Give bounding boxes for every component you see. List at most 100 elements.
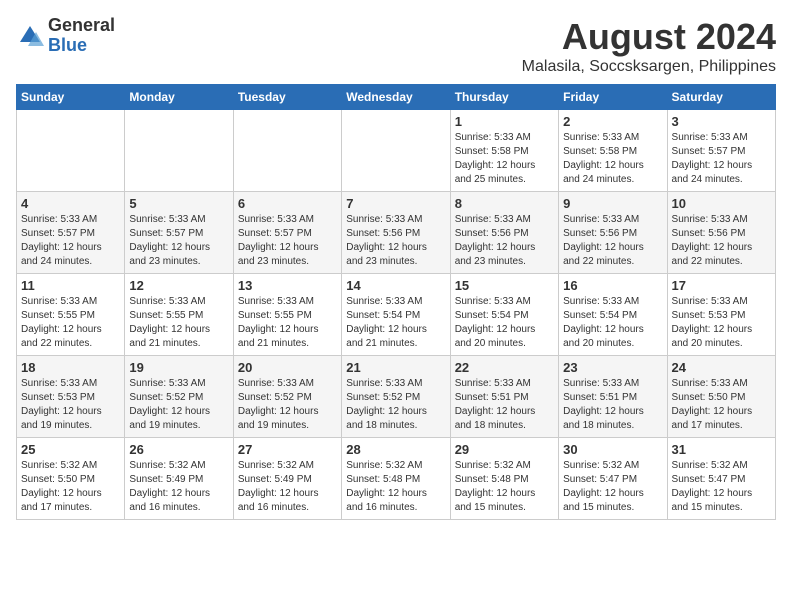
calendar-cell: 26 Sunrise: 5:32 AM Sunset: 5:49 PM Dayli… <box>125 438 233 520</box>
title-area: August 2024 Malasila, Soccsksargen, Phil… <box>522 16 776 76</box>
day-info: Sunrise: 5:33 AM Sunset: 5:56 PM Dayligh… <box>455 213 554 269</box>
day-number: 3 <box>672 114 771 129</box>
day-number: 2 <box>563 114 662 129</box>
day-number: 26 <box>129 442 228 457</box>
day-info: Sunrise: 5:33 AM Sunset: 5:54 PM Dayligh… <box>346 295 445 351</box>
header-friday: Friday <box>559 85 667 110</box>
calendar-cell: 14Sunrise: 5:33 AM Sunset: 5:54 PM Dayli… <box>342 274 450 356</box>
day-number: 22 <box>455 360 554 375</box>
day-number: 7 <box>346 196 445 211</box>
calendar-header-row: SundayMondayTuesdayWednesdayThursdayFrid… <box>17 85 776 110</box>
day-info: Sunrise: 5:33 AM Sunset: 5:52 PM Dayligh… <box>346 377 445 433</box>
day-info: Sunrise: 5:32 AM Sunset: 5:48 PM Dayligh… <box>346 459 445 515</box>
calendar-cell <box>342 110 450 192</box>
calendar-cell: 21 Sunrise: 5:33 AM Sunset: 5:52 PM Dayli… <box>342 356 450 438</box>
calendar-cell: 13 Sunrise: 5:33 AM Sunset: 5:55 PM Dayli… <box>233 274 341 356</box>
calendar-cell: 2 Sunrise: 5:33 AM Sunset: 5:58 PM Daylig… <box>559 110 667 192</box>
calendar-cell <box>17 110 125 192</box>
day-info: Sunrise: 5:32 AM Sunset: 5:47 PM Dayligh… <box>563 459 662 515</box>
day-info: Sunrise: 5:33 AM Sunset: 5:58 PM Dayligh… <box>455 131 554 187</box>
day-info: Sunrise: 5:33 AM Sunset: 5:55 PM Dayligh… <box>21 295 120 351</box>
day-number: 8 <box>455 196 554 211</box>
calendar-cell: 25 Sunrise: 5:32 AM Sunset: 5:50 PM Dayli… <box>17 438 125 520</box>
calendar-cell: 3 Sunrise: 5:33 AM Sunset: 5:57 PM Daylig… <box>667 110 775 192</box>
day-number: 28 <box>346 442 445 457</box>
calendar-cell: 30 Sunrise: 5:32 AM Sunset: 5:47 PM Dayli… <box>559 438 667 520</box>
day-number: 13 <box>238 278 337 293</box>
calendar-week-row: 18Sunrise: 5:33 AM Sunset: 5:53 PM Dayli… <box>17 356 776 438</box>
calendar-cell: 8 Sunrise: 5:33 AM Sunset: 5:56 PM Daylig… <box>450 192 558 274</box>
calendar-cell: 4Sunrise: 5:33 AM Sunset: 5:57 PM Daylig… <box>17 192 125 274</box>
day-info: Sunrise: 5:33 AM Sunset: 5:50 PM Dayligh… <box>672 377 771 433</box>
day-info: Sunrise: 5:32 AM Sunset: 5:49 PM Dayligh… <box>129 459 228 515</box>
calendar-week-row: 25 Sunrise: 5:32 AM Sunset: 5:50 PM Dayli… <box>17 438 776 520</box>
day-number: 11 <box>21 278 120 293</box>
header-tuesday: Tuesday <box>233 85 341 110</box>
day-info: Sunrise: 5:33 AM Sunset: 5:52 PM Dayligh… <box>238 377 337 433</box>
day-info: Sunrise: 5:33 AM Sunset: 5:54 PM Dayligh… <box>455 295 554 351</box>
day-info: Sunrise: 5:32 AM Sunset: 5:47 PM Dayligh… <box>672 459 771 515</box>
day-info: Sunrise: 5:33 AM Sunset: 5:53 PM Dayligh… <box>672 295 771 351</box>
day-number: 1 <box>455 114 554 129</box>
calendar-cell: 24 Sunrise: 5:33 AM Sunset: 5:50 PM Dayli… <box>667 356 775 438</box>
calendar-cell: 1 Sunrise: 5:33 AM Sunset: 5:58 PM Daylig… <box>450 110 558 192</box>
day-number: 27 <box>238 442 337 457</box>
day-info: Sunrise: 5:33 AM Sunset: 5:56 PM Dayligh… <box>346 213 445 269</box>
day-info: Sunrise: 5:33 AM Sunset: 5:56 PM Dayligh… <box>672 213 771 269</box>
logo-general-text: General <box>48 16 115 36</box>
calendar-week-row: 11 Sunrise: 5:33 AM Sunset: 5:55 PM Dayli… <box>17 274 776 356</box>
calendar-cell: 10 Sunrise: 5:33 AM Sunset: 5:56 PM Dayli… <box>667 192 775 274</box>
day-number: 5 <box>129 196 228 211</box>
calendar-cell: 9 Sunrise: 5:33 AM Sunset: 5:56 PM Daylig… <box>559 192 667 274</box>
day-number: 19 <box>129 360 228 375</box>
day-info: Sunrise: 5:33 AM Sunset: 5:56 PM Dayligh… <box>563 213 662 269</box>
day-number: 21 <box>346 360 445 375</box>
calendar-table: SundayMondayTuesdayWednesdayThursdayFrid… <box>16 84 776 520</box>
day-number: 31 <box>672 442 771 457</box>
day-number: 18 <box>21 360 120 375</box>
day-info: Sunrise: 5:33 AM Sunset: 5:54 PM Dayligh… <box>563 295 662 351</box>
day-info: Sunrise: 5:33 AM Sunset: 5:51 PM Dayligh… <box>455 377 554 433</box>
location-subtitle: Malasila, Soccsksargen, Philippines <box>522 58 776 76</box>
day-number: 30 <box>563 442 662 457</box>
calendar-week-row: 1 Sunrise: 5:33 AM Sunset: 5:58 PM Daylig… <box>17 110 776 192</box>
day-number: 29 <box>455 442 554 457</box>
header-monday: Monday <box>125 85 233 110</box>
day-number: 24 <box>672 360 771 375</box>
day-info: Sunrise: 5:33 AM Sunset: 5:57 PM Dayligh… <box>21 213 120 269</box>
day-number: 10 <box>672 196 771 211</box>
logo: General Blue <box>16 16 115 56</box>
calendar-cell: 6Sunrise: 5:33 AM Sunset: 5:57 PM Daylig… <box>233 192 341 274</box>
day-number: 20 <box>238 360 337 375</box>
calendar-cell: 29 Sunrise: 5:32 AM Sunset: 5:48 PM Dayli… <box>450 438 558 520</box>
calendar-cell: 19Sunrise: 5:33 AM Sunset: 5:52 PM Dayli… <box>125 356 233 438</box>
calendar-cell: 20 Sunrise: 5:33 AM Sunset: 5:52 PM Dayli… <box>233 356 341 438</box>
day-info: Sunrise: 5:33 AM Sunset: 5:51 PM Dayligh… <box>563 377 662 433</box>
calendar-cell: 28 Sunrise: 5:32 AM Sunset: 5:48 PM Dayli… <box>342 438 450 520</box>
day-info: Sunrise: 5:33 AM Sunset: 5:57 PM Dayligh… <box>672 131 771 187</box>
day-info: Sunrise: 5:32 AM Sunset: 5:50 PM Dayligh… <box>21 459 120 515</box>
day-number: 9 <box>563 196 662 211</box>
day-number: 25 <box>21 442 120 457</box>
calendar-cell: 7 Sunrise: 5:33 AM Sunset: 5:56 PM Daylig… <box>342 192 450 274</box>
calendar-cell: 12Sunrise: 5:33 AM Sunset: 5:55 PM Dayli… <box>125 274 233 356</box>
day-info: Sunrise: 5:32 AM Sunset: 5:48 PM Dayligh… <box>455 459 554 515</box>
header-thursday: Thursday <box>450 85 558 110</box>
header-saturday: Saturday <box>667 85 775 110</box>
day-info: Sunrise: 5:33 AM Sunset: 5:55 PM Dayligh… <box>129 295 228 351</box>
calendar-cell: 15 Sunrise: 5:33 AM Sunset: 5:54 PM Dayli… <box>450 274 558 356</box>
day-number: 15 <box>455 278 554 293</box>
calendar-week-row: 4Sunrise: 5:33 AM Sunset: 5:57 PM Daylig… <box>17 192 776 274</box>
day-number: 17 <box>672 278 771 293</box>
day-info: Sunrise: 5:33 AM Sunset: 5:58 PM Dayligh… <box>563 131 662 187</box>
calendar-cell: 23 Sunrise: 5:33 AM Sunset: 5:51 PM Dayli… <box>559 356 667 438</box>
day-number: 23 <box>563 360 662 375</box>
logo-icon <box>16 22 44 50</box>
day-info: Sunrise: 5:33 AM Sunset: 5:55 PM Dayligh… <box>238 295 337 351</box>
day-info: Sunrise: 5:32 AM Sunset: 5:49 PM Dayligh… <box>238 459 337 515</box>
calendar-cell: 11 Sunrise: 5:33 AM Sunset: 5:55 PM Dayli… <box>17 274 125 356</box>
calendar-cell: 22 Sunrise: 5:33 AM Sunset: 5:51 PM Dayli… <box>450 356 558 438</box>
calendar-cell <box>125 110 233 192</box>
day-number: 6 <box>238 196 337 211</box>
month-year-title: August 2024 <box>522 16 776 58</box>
